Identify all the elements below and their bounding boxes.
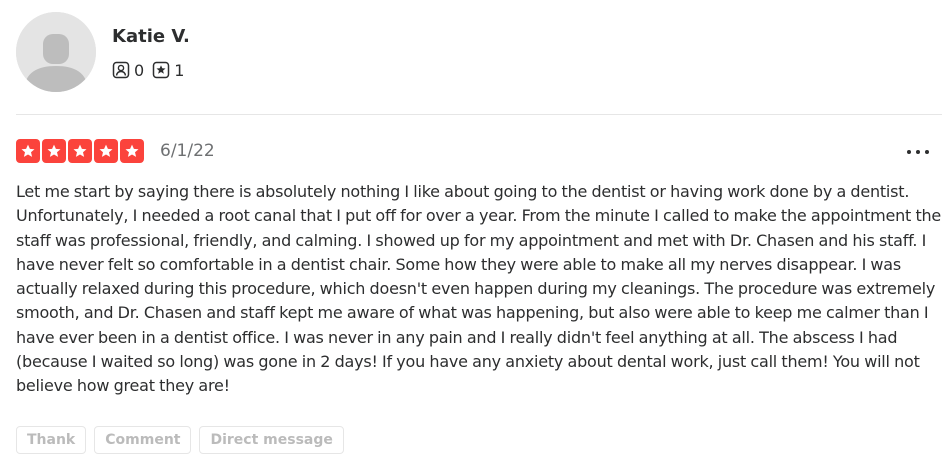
reviews-count: 1 (174, 60, 185, 80)
divider (16, 114, 942, 115)
friends-icon (112, 61, 130, 79)
thank-button[interactable]: Thank (16, 426, 87, 454)
star-rating (16, 139, 146, 163)
reviews-stat: 1 (152, 61, 184, 80)
more-options-icon (907, 150, 929, 154)
friends-stat: 0 (112, 61, 144, 80)
review-star-icon (152, 61, 170, 79)
comment-button[interactable]: Comment (94, 426, 192, 454)
rating-star-icon (68, 139, 92, 163)
rating-star-icon (16, 139, 40, 163)
review-date: 6/1/22 (160, 141, 215, 161)
friends-count: 0 (134, 60, 145, 80)
direct-message-button[interactable]: Direct message (199, 426, 344, 454)
rating-star-icon (94, 139, 118, 163)
more-options-button[interactable] (898, 140, 938, 164)
user-stats: 0 1 (112, 60, 192, 80)
user-name[interactable]: Katie V. (112, 25, 190, 49)
rating-star-icon (42, 139, 66, 163)
review-actions: Thank Comment Direct message (16, 426, 352, 454)
review-text: Let me start by saying there is absolute… (16, 182, 942, 396)
rating-star-icon (120, 139, 144, 163)
default-user-avatar-icon (16, 12, 96, 92)
avatar[interactable] (16, 12, 96, 92)
